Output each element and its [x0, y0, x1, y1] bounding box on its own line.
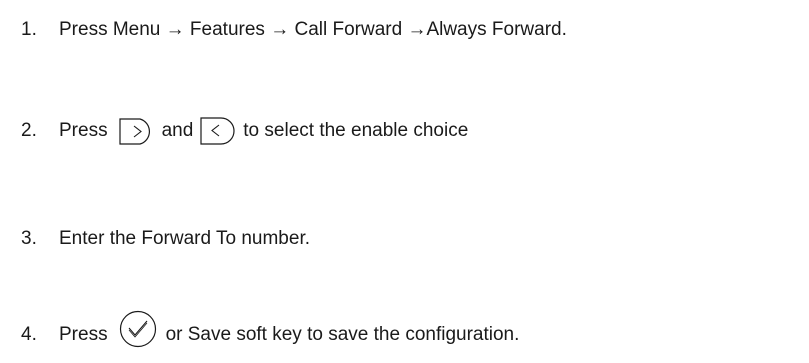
step-text: Press Menu → Features → Call Forward →Al…: [59, 19, 567, 40]
step-4: 4. Press or Save soft key to save the co…: [21, 310, 520, 350]
step-1: 1. Press Menu → Features → Call Forward …: [21, 15, 567, 45]
step-number: 1.: [21, 19, 37, 40]
right-arrow-key-icon: [118, 116, 156, 146]
and-label: and: [161, 120, 194, 141]
step-text: to select the enable choice: [243, 120, 469, 141]
step-number: 2.: [21, 120, 37, 141]
step-2: 2. Press and to select the enable choice: [21, 116, 468, 146]
press-label: Press: [59, 120, 108, 141]
step-text: or Save soft key to save the configurati…: [165, 324, 520, 345]
step-3: 3. Enter the Forward To number.: [21, 224, 310, 254]
ok-checkmark-key-icon: [118, 309, 158, 349]
press-label: Press: [59, 324, 108, 345]
left-arrow-key-icon: [199, 116, 237, 146]
step-number: 4.: [21, 324, 37, 345]
step-text: Enter the Forward To number.: [59, 228, 310, 249]
step-number: 3.: [21, 228, 37, 249]
